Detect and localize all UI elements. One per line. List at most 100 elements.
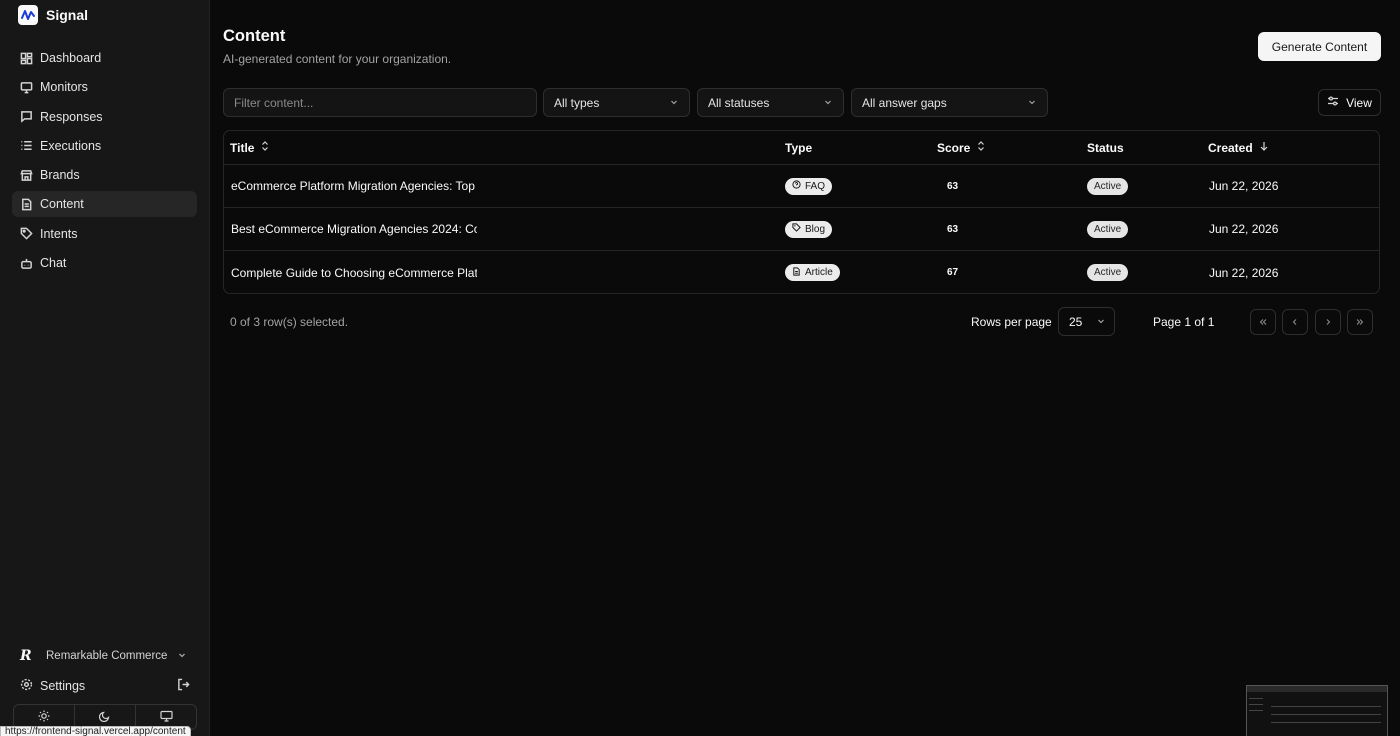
sidebar-item-executions[interactable]: Executions	[12, 133, 197, 159]
status-filter-value: All statuses	[708, 95, 770, 110]
app-name: Signal	[46, 7, 89, 23]
monitor-icon	[159, 710, 173, 725]
sidebar-item-label: Executions	[40, 138, 102, 153]
row-title[interactable]: Best eCommerce Migration Agencies 2024: …	[231, 208, 477, 250]
chevron-down-icon	[177, 650, 187, 663]
chevron-left-icon	[1290, 315, 1300, 330]
status-badge: Active	[1087, 220, 1129, 238]
row-title[interactable]: Complete Guide to Choosing eCommerce Pla…	[231, 251, 477, 294]
sidebar: Signal Dashboard Monitors Responses Exec…	[0, 0, 210, 736]
sun-icon	[38, 710, 50, 725]
rows-per-page-select[interactable]: 25	[1058, 307, 1115, 336]
signal-logo-icon	[18, 5, 38, 25]
sidebar-item-brands[interactable]: Brands	[12, 162, 197, 188]
rows-per-page-value: 25	[1069, 314, 1083, 329]
chevron-down-icon	[1096, 315, 1106, 329]
type-label: Blog	[805, 223, 826, 235]
table-row[interactable]: Complete Guide to Choosing eCommerce Pla…	[224, 251, 1379, 294]
row-type-cell: Blog	[785, 208, 833, 250]
message-icon	[20, 110, 33, 123]
sort-icon	[260, 140, 270, 155]
column-score-header[interactable]: Score	[937, 131, 986, 164]
type-label: Article	[805, 267, 833, 278]
previous-page-button[interactable]	[1282, 309, 1308, 335]
row-created: Jun 22, 2026	[1209, 179, 1279, 193]
column-created-label: Created	[1208, 140, 1253, 155]
generate-content-button[interactable]: Generate Content	[1258, 32, 1381, 61]
status-badge: Active	[1087, 264, 1129, 281]
column-created-header[interactable]: Created	[1208, 131, 1269, 164]
last-page-button[interactable]	[1347, 309, 1373, 335]
sidebar-item-chat[interactable]: Chat	[12, 250, 197, 276]
row-status-cell: Active	[1087, 165, 1129, 207]
help-circle-icon	[792, 180, 801, 192]
filter-content-input[interactable]	[223, 88, 537, 117]
table-row[interactable]: eCommerce Platform Migration Agencies: T…	[224, 165, 1379, 208]
column-score-label: Score	[937, 140, 971, 155]
chevron-down-icon	[1027, 96, 1037, 110]
thumbnail-line	[1249, 710, 1263, 711]
sidebar-item-label: Intents	[40, 226, 78, 241]
page-subtitle: AI-generated content for your organizati…	[223, 52, 452, 66]
org-switcher[interactable]: R Remarkable Commerce	[20, 648, 187, 664]
sidebar-item-dashboard[interactable]: Dashboard	[12, 45, 197, 71]
sidebar-item-monitors[interactable]: Monitors	[12, 74, 197, 100]
file-text-icon	[20, 198, 33, 211]
column-title-label: Title	[230, 140, 255, 155]
thumbnail-line	[1271, 722, 1381, 723]
screenshot-thumbnail[interactable]	[1246, 685, 1388, 736]
rows-per-page-label: Rows per page	[971, 315, 1052, 329]
thumbnail-line	[1271, 714, 1381, 715]
link-url-tooltip: https://frontend-signal.vercel.app/conte…	[0, 726, 191, 736]
logout-icon[interactable]	[177, 678, 190, 694]
sidebar-item-label: Responses	[40, 109, 103, 124]
thumbnail-line	[1271, 706, 1381, 707]
table-row[interactable]: Best eCommerce Migration Agencies 2024: …	[224, 208, 1379, 251]
bot-icon	[20, 257, 33, 270]
view-options-button[interactable]: View	[1318, 89, 1381, 116]
row-score: 67	[947, 267, 959, 278]
selected-count: 0 of 3 row(s) selected.	[230, 315, 349, 329]
chevron-down-icon	[823, 96, 833, 110]
column-type-header: Type	[785, 140, 813, 155]
type-filter-select[interactable]: All types	[543, 88, 690, 117]
thumbnail-line	[1249, 698, 1263, 699]
row-created: Jun 22, 2026	[1209, 265, 1279, 280]
type-badge: Blog	[785, 220, 833, 238]
thumbnail-line	[1249, 704, 1263, 705]
org-name: Remarkable Commerce	[46, 650, 168, 662]
status-badge: Active	[1087, 177, 1129, 195]
chevron-down-icon	[669, 96, 679, 110]
sidebar-item-content[interactable]: Content	[12, 191, 197, 218]
answer-gap-filter-select[interactable]: All answer gaps	[851, 88, 1048, 117]
type-filter-value: All types	[554, 95, 600, 110]
type-label: FAQ	[805, 180, 826, 192]
first-page-button[interactable]	[1250, 309, 1276, 335]
type-badge: Article	[785, 264, 840, 281]
column-title-header[interactable]: Title	[230, 131, 270, 164]
tag-icon	[792, 223, 801, 235]
sliders-icon	[1327, 95, 1339, 110]
page-info: Page 1 of 1	[1153, 315, 1215, 329]
settings-row: Settings	[20, 678, 190, 694]
type-badge: FAQ	[785, 177, 833, 195]
sidebar-nav: Dashboard Monitors Responses Executions …	[12, 45, 197, 279]
row-score: 63	[947, 180, 959, 192]
row-title[interactable]: eCommerce Platform Migration Agencies: T…	[231, 165, 477, 207]
row-status-cell: Active	[1087, 251, 1129, 294]
dashboard-icon	[20, 52, 33, 65]
brand[interactable]: Signal	[18, 5, 88, 25]
settings-link[interactable]: Settings	[40, 679, 85, 693]
arrow-down-icon	[1259, 140, 1269, 155]
sidebar-item-label: Monitors	[40, 80, 88, 95]
gear-icon[interactable]	[20, 678, 33, 694]
sidebar-item-intents[interactable]: Intents	[12, 221, 197, 247]
sidebar-item-responses[interactable]: Responses	[12, 104, 197, 130]
row-score: 63	[947, 223, 959, 235]
row-type-cell: FAQ	[785, 165, 833, 207]
answer-gap-filter-value: All answer gaps	[862, 95, 947, 110]
status-filter-select[interactable]: All statuses	[697, 88, 844, 117]
chevrons-left-icon	[1258, 315, 1268, 330]
next-page-button[interactable]	[1315, 309, 1341, 335]
list-icon	[20, 139, 33, 152]
